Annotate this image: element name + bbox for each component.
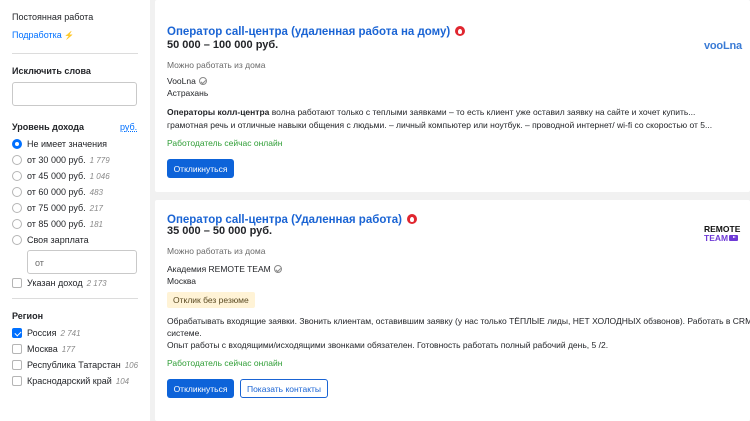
- income-option-count: 1 046: [89, 172, 110, 181]
- custom-salary-input[interactable]: от: [27, 250, 137, 274]
- lightning-icon: ⚡: [64, 31, 75, 40]
- exclude-words-input[interactable]: [12, 82, 137, 106]
- income-option: от 75 000 руб. 217: [27, 203, 103, 213]
- income-option-count: 1 779: [89, 156, 110, 165]
- verified-icon: [198, 77, 207, 85]
- income-option-label: Не имеет значения: [27, 139, 108, 149]
- income-option-label: от 85 000 руб.: [27, 219, 86, 229]
- region-option: Краснодарский край 104: [27, 376, 129, 386]
- income-option-label: от 45 000 руб.: [27, 171, 86, 181]
- company-row: Академия REMOTE TEAM: [167, 264, 282, 274]
- region-checkbox-krasnodar[interactable]: [12, 376, 22, 386]
- divider: [12, 298, 138, 299]
- fire-icon: [406, 214, 417, 224]
- region-label: Краснодарский край: [27, 376, 112, 386]
- region-count: 104: [115, 377, 130, 386]
- parttime-label: Подработка: [12, 30, 62, 40]
- region-checkbox-russia[interactable]: [12, 328, 22, 338]
- respond-button[interactable]: Откликнуться: [167, 159, 234, 178]
- income-option-label: от 60 000 руб.: [27, 187, 86, 197]
- vacancy-card: Оператор call-центра (Удаленная работа) …: [155, 200, 750, 421]
- region-heading: Регион: [12, 311, 43, 321]
- vacancy-salary: 50 000 – 100 000 руб.: [167, 39, 279, 51]
- income-specified: Указан доход 2 173: [27, 278, 107, 288]
- no-resume-badge: Отклик без резюме: [167, 292, 255, 308]
- divider: [12, 53, 138, 54]
- company-logo[interactable]: REMOTE TEAM: [704, 225, 740, 243]
- region-label: Республика Татарстан: [27, 360, 121, 370]
- income-heading: Уровень дохода: [12, 122, 85, 132]
- region-checkbox-moscow[interactable]: [12, 344, 22, 354]
- currency-link[interactable]: руб.: [120, 122, 137, 132]
- income-option: от 30 000 руб. 1 779: [27, 155, 110, 165]
- play-icon: [729, 235, 739, 241]
- vacancy-description-line: системе.: [167, 328, 202, 338]
- income-radio-75000[interactable]: [12, 203, 22, 213]
- show-contacts-button[interactable]: Показать контакты: [240, 379, 328, 398]
- region-label: Россия: [27, 328, 57, 338]
- income-option-label: Своя зарплата: [27, 235, 89, 245]
- region-checkbox-tatarstan[interactable]: [12, 360, 22, 370]
- income-radio-30000[interactable]: [12, 155, 22, 165]
- vacancy-title-link[interactable]: Оператор call-центра (удаленная работа н…: [167, 26, 450, 38]
- vacancy-salary: 35 000 – 50 000 руб.: [167, 225, 273, 237]
- vacancy-description-line: Обрабатывать входящие заявки. Звонить кл…: [167, 316, 750, 326]
- description-highlight: Операторы колл-центра: [167, 107, 270, 117]
- income-option: от 45 000 руб. 1 046: [27, 171, 110, 181]
- exclude-words-heading: Исключить слова: [12, 66, 91, 76]
- income-radio-60000[interactable]: [12, 187, 22, 197]
- income-option-count: 181: [89, 220, 103, 229]
- logo-text-bottom: TEAM: [704, 233, 729, 243]
- income-option-label: от 75 000 руб.: [27, 203, 86, 213]
- vacancy-city: Москва: [167, 276, 197, 286]
- income-radio-custom[interactable]: [12, 235, 22, 245]
- description-text: волна работают только с теплыми заявками…: [269, 107, 696, 117]
- region-count: 177: [61, 345, 76, 354]
- income-radio-any[interactable]: [12, 139, 22, 149]
- region-count: 2 741: [60, 329, 81, 338]
- vacancy-title-row: Оператор call-центра (удаленная работа н…: [167, 22, 466, 40]
- custom-salary-placeholder: от: [35, 258, 44, 268]
- income-option-label: от 30 000 руб.: [27, 155, 86, 165]
- vacancy-card: Оператор call-центра (удаленная работа н…: [155, 0, 750, 192]
- company-row: VooLna: [167, 76, 207, 86]
- remote-label: Можно работать из дома: [167, 246, 266, 256]
- income-specified-label: Указан доход: [27, 278, 83, 288]
- filters-sidebar: Постоянная работа Подработка ⚡ Исключить…: [0, 0, 150, 421]
- remote-label: Можно работать из дома: [167, 60, 266, 70]
- income-option: от 85 000 руб. 181: [27, 219, 103, 229]
- income-specified-count: 2 173: [86, 279, 107, 288]
- region-count: 106: [124, 361, 139, 370]
- vacancy-description-line: грамотная речь и отличные навыки общения…: [167, 120, 713, 130]
- region-option: Москва 177: [27, 344, 75, 354]
- parttime-link[interactable]: Подработка ⚡: [12, 30, 74, 40]
- income-radio-85000[interactable]: [12, 219, 22, 229]
- verified-icon: [273, 265, 282, 273]
- income-radio-45000[interactable]: [12, 171, 22, 181]
- company-name-link[interactable]: Академия REMOTE TEAM: [167, 264, 271, 274]
- employment-permanent-label[interactable]: Постоянная работа: [12, 12, 93, 22]
- employer-online-status: Работодатель сейчас онлайн: [167, 138, 283, 148]
- vacancy-description-line: Операторы колл-центра волна работают тол…: [167, 106, 695, 118]
- income-option-count: 483: [89, 188, 103, 197]
- employer-online-status: Работодатель сейчас онлайн: [167, 358, 283, 368]
- income-option-count: 217: [89, 204, 103, 213]
- company-name-link[interactable]: VooLna: [167, 76, 196, 86]
- respond-button[interactable]: Откликнуться: [167, 379, 234, 398]
- vacancy-description-line: Опыт работы с входящими/исходящими звонк…: [167, 340, 609, 350]
- company-logo[interactable]: vooLna: [704, 40, 742, 52]
- region-option: Республика Татарстан 106: [27, 360, 138, 370]
- region-label: Москва: [27, 344, 58, 354]
- fire-icon: [455, 26, 466, 36]
- income-specified-checkbox[interactable]: [12, 278, 22, 288]
- vacancy-city: Астрахань: [167, 88, 209, 98]
- income-option: от 60 000 руб. 483: [27, 187, 103, 197]
- region-option: Россия 2 741: [27, 328, 81, 338]
